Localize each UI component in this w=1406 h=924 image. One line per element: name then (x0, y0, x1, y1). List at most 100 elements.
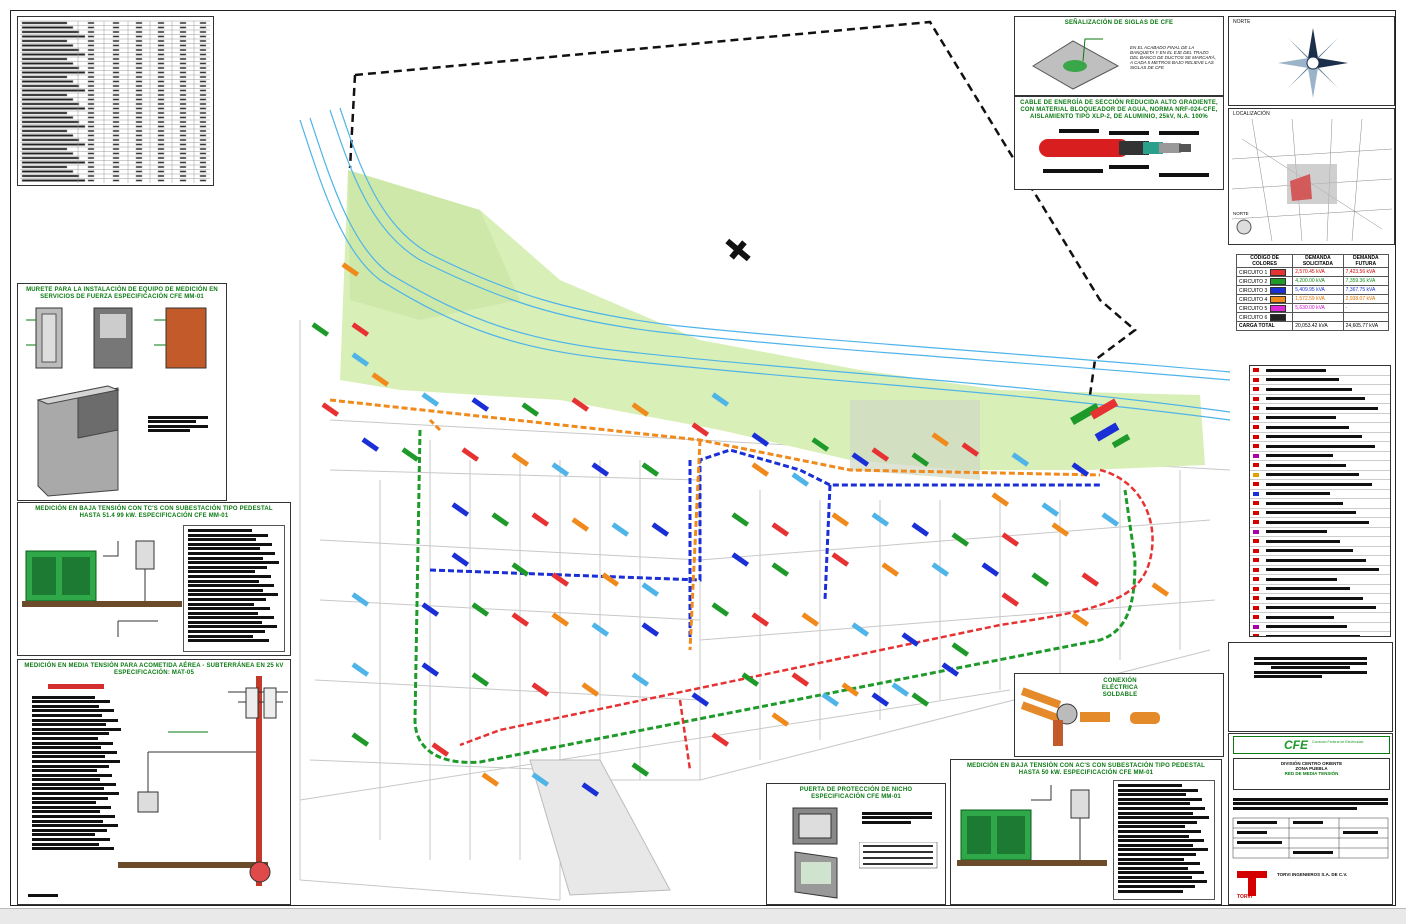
quantity-cell (135, 35, 143, 38)
quantity-cell (112, 120, 120, 124)
note-line (1118, 784, 1183, 787)
red-header-bar (48, 684, 104, 689)
quantity-cell (199, 143, 207, 146)
quantity-cell (135, 174, 143, 178)
lot-transformer-marker (311, 322, 330, 337)
note-line (32, 718, 118, 722)
quantity-row (21, 35, 86, 38)
lot-transformer-marker (401, 447, 420, 462)
note-line (1118, 875, 1192, 879)
quantity-cell (87, 129, 95, 133)
symbol-icon (1253, 491, 1259, 496)
symbol-description (1266, 463, 1346, 467)
quantity-row (21, 170, 74, 173)
torvi-logo-text: TORVI (1237, 894, 1253, 900)
note-line (1118, 880, 1208, 884)
mufete-panel: MURETE PARA LA INSTALACIÓN DE EQUIPO DE … (17, 283, 227, 501)
window-bottom-strip (0, 908, 1406, 924)
note-line (32, 796, 108, 800)
quantity-cell (179, 39, 187, 43)
quantity-cell (87, 35, 95, 38)
symbol-row (1250, 395, 1390, 404)
site-symbol (725, 238, 751, 262)
note-line (1118, 825, 1186, 829)
quantity-cell (87, 143, 95, 146)
note-line (1118, 834, 1189, 838)
symbol-row (1250, 594, 1390, 604)
quantity-cell (199, 66, 207, 70)
location-north-label: NORTE (1233, 211, 1249, 216)
cable-title: CABLE DE ENERGÍA DE SECCIÓN REDUCIDA ALT… (1020, 100, 1218, 120)
quantity-cell (199, 84, 207, 88)
quantity-cell (87, 30, 95, 34)
symbol-icon (1253, 558, 1259, 562)
note-line (188, 639, 269, 643)
baja-tension-2-notes (1113, 780, 1215, 900)
quantity-cell (157, 116, 165, 119)
signage-note: EN EL ACABADO FINAL DE LA BANQUETA Y EN … (1130, 45, 1216, 70)
quantity-cell (87, 152, 95, 155)
symbol-row (1250, 404, 1390, 414)
quantity-cell (157, 179, 165, 182)
quantity-cell (179, 48, 187, 52)
quantity-cell (199, 138, 207, 142)
quantity-cell (157, 156, 165, 160)
circuit-name: CIRCUITO 3 (1236, 285, 1294, 295)
symbol-row (1250, 480, 1390, 490)
baja-tension-2-title: MEDICIÓN EN BAJA TENSIÓN CON AC'S CON SU… (966, 763, 1206, 776)
lot-transformer-marker (771, 522, 790, 537)
symbol-description (1266, 416, 1336, 419)
quantity-cell (135, 26, 143, 29)
quantity-cell (112, 147, 120, 151)
note-line (1118, 839, 1205, 843)
lot-transformer-marker (601, 572, 620, 587)
quantity-cell (179, 57, 187, 61)
quantity-row (21, 156, 80, 160)
circuit-futura: 7,359.36 kVA (1342, 276, 1389, 286)
circuit-color-table: CÓDIGO DE COLORES DEMANDA SOLICITADA DEM… (1236, 254, 1389, 338)
circuit-swatch (1270, 268, 1287, 276)
note-line (1118, 871, 1204, 875)
quantity-cell (179, 44, 187, 47)
quantity-cell (157, 89, 165, 92)
quantity-cell (135, 116, 143, 119)
lot-transformer-marker (821, 692, 840, 707)
symbol-icon (1253, 415, 1259, 420)
lot-transformer-marker (831, 552, 850, 567)
symbol-description (1266, 368, 1326, 372)
quantity-cell (112, 102, 120, 106)
note-line (32, 759, 121, 763)
symbol-row (1250, 423, 1390, 433)
lot-transformer-marker (431, 742, 450, 757)
media-tension-drawing (118, 676, 288, 886)
symbol-row (1250, 509, 1390, 518)
symbol-description (1266, 568, 1379, 571)
note-line (188, 620, 262, 624)
quantity-row (21, 116, 74, 119)
note-line (188, 597, 267, 601)
quantity-cell (157, 98, 165, 101)
quantity-cell (135, 53, 143, 56)
circuit-row: CIRCUITO 5 5,630.00 kVA - (1236, 303, 1389, 313)
lot-transformer-marker (451, 552, 470, 567)
symbol-row (1250, 528, 1390, 537)
note-line (1118, 816, 1210, 820)
quantity-cell (179, 98, 187, 101)
quantity-cell (87, 39, 95, 43)
quantity-cell (179, 35, 187, 38)
quantity-row (21, 152, 74, 155)
note-line (32, 842, 99, 846)
lot-transformer-marker (1151, 582, 1170, 597)
quantity-cell (157, 138, 165, 142)
note-line (32, 787, 104, 791)
quantity-cell (135, 57, 143, 61)
note-line (32, 792, 120, 796)
symbol-description (1266, 425, 1349, 429)
quantity-cell (199, 116, 207, 119)
quantity-cell (157, 71, 165, 74)
note-line (1118, 885, 1196, 889)
note-line (188, 561, 280, 565)
symbol-description (1266, 634, 1360, 636)
symbol-row (1250, 442, 1390, 452)
quantity-cell (87, 170, 95, 173)
